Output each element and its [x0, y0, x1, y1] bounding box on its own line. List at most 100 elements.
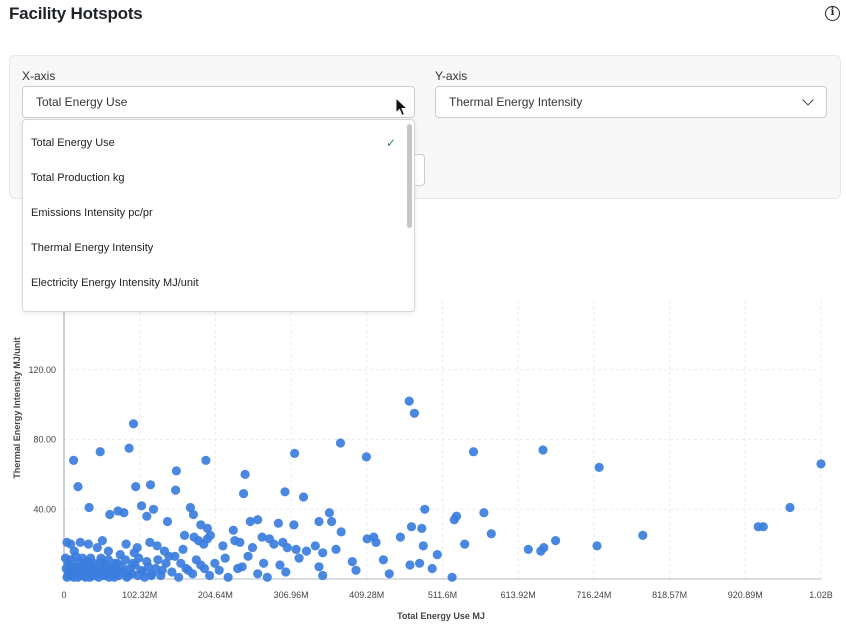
- data-point[interactable]: [318, 548, 328, 558]
- data-point[interactable]: [638, 530, 648, 541]
- data-point[interactable]: [245, 516, 255, 527]
- data-point[interactable]: [112, 558, 122, 568]
- data-point[interactable]: [196, 520, 206, 530]
- data-point[interactable]: [105, 509, 115, 520]
- data-point[interactable]: [551, 536, 561, 546]
- data-point[interactable]: [218, 541, 228, 551]
- data-point[interactable]: [121, 539, 131, 549]
- data-point[interactable]: [233, 563, 243, 574]
- data-point[interactable]: [318, 570, 328, 581]
- data-point[interactable]: [83, 539, 93, 549]
- data-point[interactable]: [210, 558, 220, 568]
- data-point[interactable]: [327, 516, 337, 527]
- data-point[interactable]: [228, 525, 238, 535]
- data-point[interactable]: [205, 530, 215, 541]
- data-point[interactable]: [785, 502, 795, 513]
- data-point[interactable]: [75, 537, 85, 548]
- data-point[interactable]: [247, 543, 258, 553]
- data-point[interactable]: [281, 567, 291, 577]
- data-point[interactable]: [153, 555, 163, 565]
- data-point[interactable]: [188, 509, 198, 520]
- data-point[interactable]: [592, 541, 602, 551]
- data-point[interactable]: [301, 546, 312, 556]
- data-point[interactable]: [427, 563, 437, 574]
- data-point[interactable]: [124, 443, 134, 453]
- data-point[interactable]: [138, 567, 148, 577]
- data-point[interactable]: [406, 522, 417, 532]
- data-point[interactable]: [371, 537, 381, 548]
- data-point[interactable]: [336, 527, 346, 537]
- data-point[interactable]: [142, 511, 152, 521]
- data-point[interactable]: [176, 558, 186, 568]
- data-point[interactable]: [294, 553, 304, 563]
- data-point[interactable]: [405, 560, 415, 570]
- data-point[interactable]: [69, 455, 79, 465]
- data-point[interactable]: [420, 504, 430, 514]
- data-point[interactable]: [171, 485, 181, 495]
- dropdown-scrollbar[interactable]: [407, 124, 412, 228]
- data-point[interactable]: [409, 408, 419, 418]
- data-point[interactable]: [131, 482, 141, 492]
- data-point[interactable]: [479, 508, 489, 518]
- data-point[interactable]: [432, 550, 442, 560]
- data-point[interactable]: [152, 541, 162, 551]
- data-point[interactable]: [162, 516, 173, 527]
- dropdown-option[interactable]: Emissions Intensity pc/pr: [23, 196, 403, 231]
- data-point[interactable]: [123, 570, 133, 581]
- data-point[interactable]: [132, 543, 142, 553]
- data-point[interactable]: [201, 455, 211, 465]
- data-point[interactable]: [335, 438, 346, 448]
- data-point[interactable]: [146, 570, 156, 581]
- data-point[interactable]: [73, 482, 83, 492]
- data-point[interactable]: [486, 529, 496, 539]
- data-point[interactable]: [290, 448, 300, 458]
- data-point[interactable]: [291, 544, 301, 555]
- data-point[interactable]: [539, 543, 549, 553]
- data-point[interactable]: [460, 539, 470, 549]
- dropdown-option[interactable]: Total Production kg: [23, 161, 403, 196]
- data-point[interactable]: [273, 518, 283, 528]
- data-point[interactable]: [758, 522, 768, 532]
- data-point[interactable]: [253, 569, 263, 579]
- data-point[interactable]: [395, 532, 405, 542]
- data-point[interactable]: [128, 419, 139, 429]
- data-point[interactable]: [269, 539, 279, 549]
- data-point[interactable]: [142, 557, 152, 567]
- data-point[interactable]: [97, 536, 107, 546]
- data-point[interactable]: [148, 504, 159, 514]
- data-point[interactable]: [447, 572, 457, 582]
- data-point[interactable]: [451, 511, 462, 521]
- data-point[interactable]: [331, 544, 341, 555]
- data-point[interactable]: [174, 572, 184, 582]
- data-point[interactable]: [119, 508, 129, 518]
- data-point[interactable]: [417, 523, 427, 534]
- data-point[interactable]: [282, 543, 292, 553]
- data-point[interactable]: [262, 572, 272, 582]
- data-point[interactable]: [347, 557, 357, 567]
- data-point[interactable]: [289, 520, 299, 530]
- data-point[interactable]: [378, 555, 388, 565]
- data-point[interactable]: [84, 502, 94, 513]
- dropdown-option[interactable]: Thermal Energy Intensity: [23, 231, 403, 266]
- data-point[interactable]: [275, 560, 285, 570]
- data-point[interactable]: [418, 541, 428, 551]
- data-point[interactable]: [523, 544, 533, 555]
- data-point[interactable]: [145, 480, 156, 490]
- data-point[interactable]: [298, 492, 309, 502]
- data-point[interactable]: [164, 551, 174, 561]
- data-point[interactable]: [351, 565, 361, 575]
- data-point[interactable]: [314, 562, 324, 572]
- data-point[interactable]: [178, 544, 188, 555]
- data-point[interactable]: [223, 572, 233, 582]
- data-point[interactable]: [415, 558, 425, 568]
- data-point[interactable]: [314, 516, 324, 527]
- data-point[interactable]: [183, 565, 193, 575]
- data-point[interactable]: [816, 459, 826, 469]
- data-point[interactable]: [240, 469, 250, 479]
- data-point[interactable]: [191, 555, 201, 565]
- data-point[interactable]: [103, 546, 113, 556]
- data-point[interactable]: [310, 541, 320, 551]
- data-point[interactable]: [594, 462, 604, 472]
- data-point[interactable]: [171, 466, 181, 476]
- data-point[interactable]: [243, 551, 253, 561]
